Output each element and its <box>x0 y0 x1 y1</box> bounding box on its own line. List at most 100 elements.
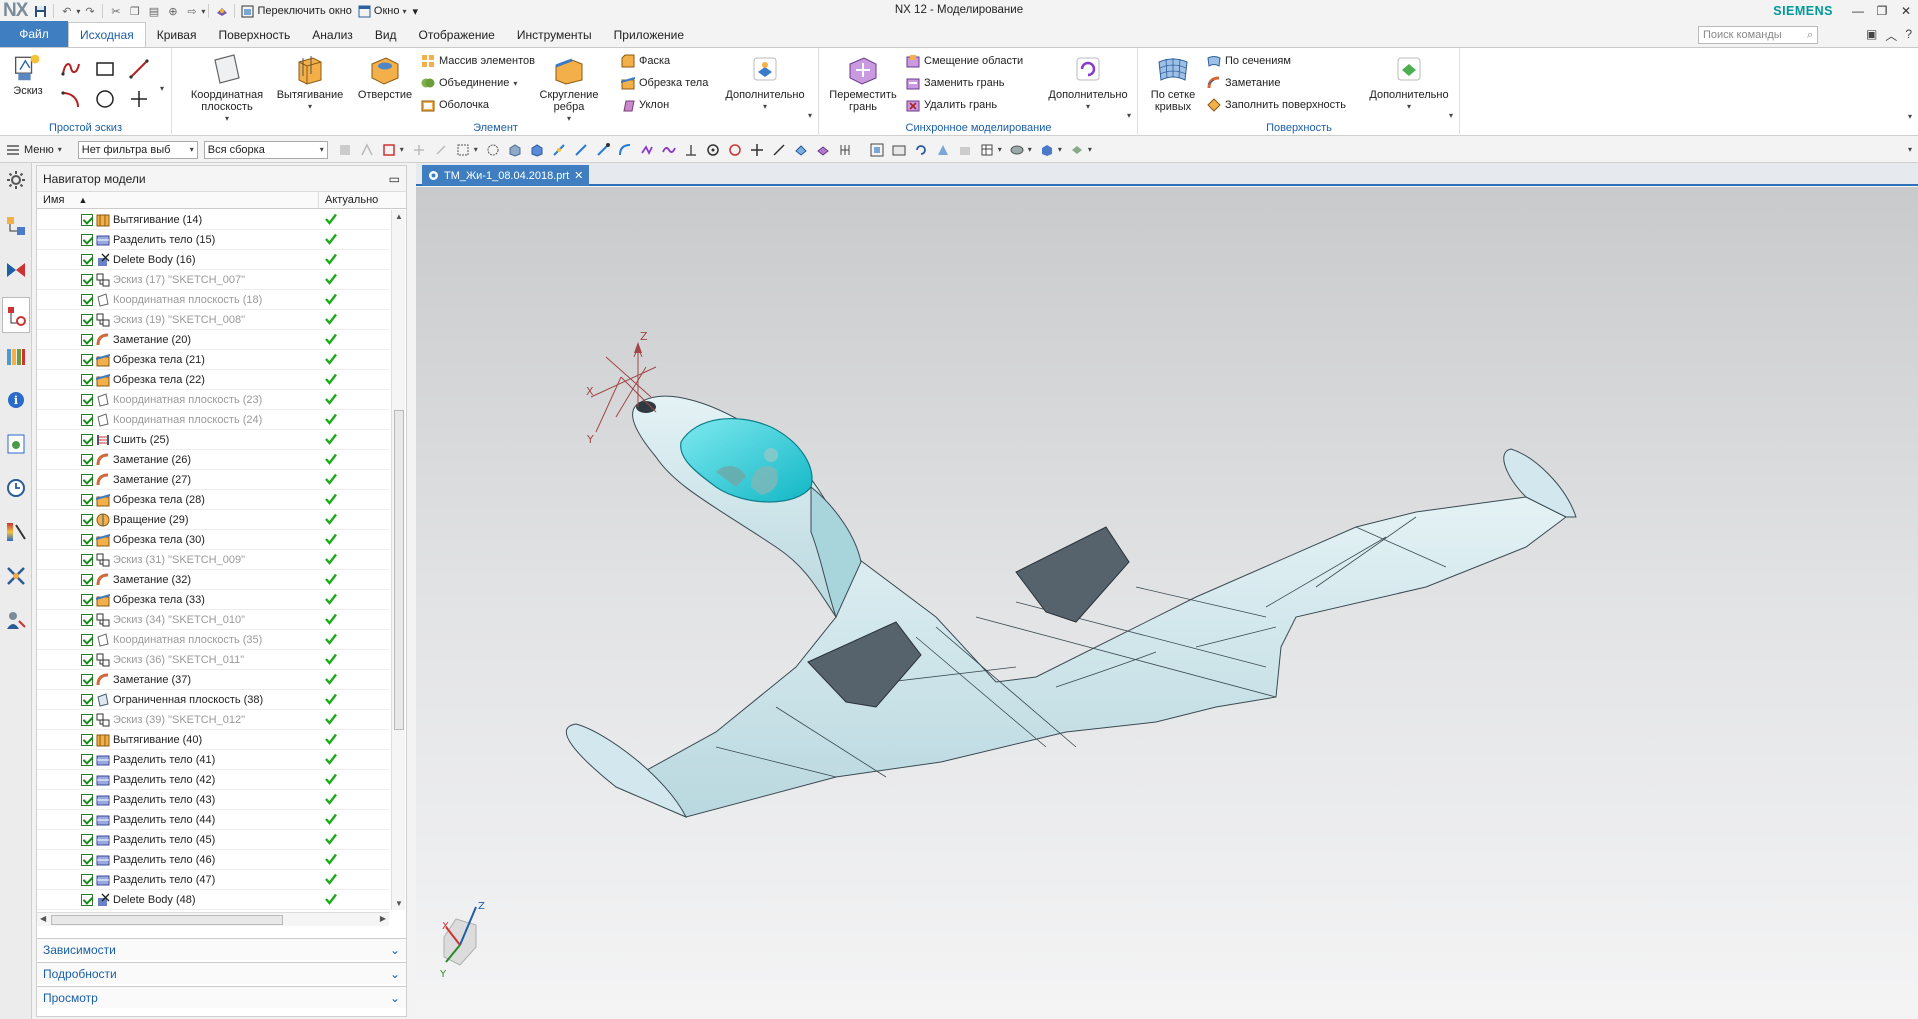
feature-group-toggle[interactable]: ▾ <box>808 111 812 120</box>
tab-surface[interactable]: Поверхность <box>207 23 301 47</box>
visibility-checkbox[interactable] <box>81 454 93 466</box>
offset-region-button[interactable]: Смещение области <box>906 54 1023 68</box>
point-icon[interactable] <box>128 88 150 110</box>
feature-row[interactable]: Эскиз (34) "SKETCH_010" <box>37 610 389 630</box>
process-studio-icon[interactable] <box>5 565 27 587</box>
delete-face-button[interactable]: Удалить грань <box>906 98 997 112</box>
visibility-checkbox[interactable] <box>81 314 93 326</box>
arc-icon[interactable] <box>60 88 82 110</box>
touch-mode-icon[interactable] <box>213 3 230 20</box>
graphics-window[interactable]: Z X Y Z X Y <box>416 187 1918 1015</box>
web-browser-icon[interactable] <box>5 433 27 455</box>
rectangle-icon[interactable] <box>94 58 116 80</box>
sheet-body-icon[interactable] <box>528 141 546 159</box>
feature-row[interactable]: Заметание (32) <box>37 570 389 590</box>
tab-file[interactable]: Файл <box>0 21 68 47</box>
vertical-scroll-thumb[interactable] <box>394 410 404 730</box>
feature-row[interactable]: Координатная плоскость (24) <box>37 410 389 430</box>
feature-row[interactable]: Сшить (25) <box>37 430 389 450</box>
sketch-button[interactable]: Эскиз <box>8 52 48 97</box>
rotate-icon[interactable] <box>912 141 930 159</box>
column-current-header[interactable]: Актуально <box>319 192 378 208</box>
visibility-checkbox[interactable] <box>81 874 93 886</box>
feature-row[interactable]: Разделить тело (43) <box>37 790 389 810</box>
visibility-checkbox[interactable] <box>81 854 93 866</box>
visibility-checkbox[interactable] <box>81 894 93 906</box>
visibility-checkbox[interactable] <box>81 734 93 746</box>
feature-row[interactable]: Разделить тело (46) <box>37 850 389 870</box>
command-search-input[interactable]: Поиск команды ⌕ <box>1698 26 1818 44</box>
visibility-checkbox[interactable] <box>81 794 93 806</box>
visibility-checkbox[interactable] <box>81 354 93 366</box>
close-icon[interactable]: ✕ <box>1894 0 1918 22</box>
visibility-checkbox[interactable] <box>81 474 93 486</box>
preview-panel[interactable]: Просмотр ⌄ <box>37 986 406 1008</box>
through-curves-button[interactable]: По сечениям <box>1207 54 1291 68</box>
rectangle-selection-icon[interactable] <box>454 141 472 159</box>
minimize-ribbon-icon[interactable]: ︿ <box>1885 27 1897 44</box>
save-icon[interactable] <box>32 3 49 20</box>
fill-surface-button[interactable]: Заполнить поверхность <box>1207 98 1346 112</box>
feature-row[interactable]: Эскиз (17) "SKETCH_007" <box>37 270 389 290</box>
feature-row[interactable]: Разделить тело (45) <box>37 830 389 850</box>
lasso-selection-icon[interactable] <box>484 141 502 159</box>
tab-curve[interactable]: Кривая <box>146 23 208 47</box>
navigator-horizontal-scrollbar[interactable]: ◀ ▶ <box>37 912 389 926</box>
feature-row[interactable]: Обрезка тела (22) <box>37 370 389 390</box>
extrude-button[interactable]: Вытягивание ▾ <box>273 52 347 113</box>
repeat-command-icon[interactable]: ⇨ <box>183 3 200 20</box>
shell-button[interactable]: Оболочка <box>421 98 489 112</box>
feature-row[interactable]: Заметание (27) <box>37 470 389 490</box>
close-tab-icon[interactable]: ✕ <box>574 169 583 182</box>
constraint-navigator-icon[interactable] <box>5 259 27 281</box>
feature-row[interactable]: Delete Body (16) <box>37 250 389 270</box>
trim-body-button[interactable]: Обрезка тела <box>621 76 708 90</box>
visibility-checkbox[interactable] <box>81 434 93 446</box>
sketch-gallery-toggle[interactable]: ▾ <box>160 84 164 93</box>
select-faces-icon[interactable] <box>432 141 450 159</box>
tab-render[interactable]: Отображение <box>408 23 506 47</box>
visibility-checkbox[interactable] <box>81 614 93 626</box>
feature-row[interactable]: Разделить тело (47) <box>37 870 389 890</box>
snap-existing-point-icon[interactable] <box>748 141 766 159</box>
reuse-library-icon[interactable] <box>5 345 27 367</box>
snap-curve-icon[interactable] <box>616 141 634 159</box>
undo-icon[interactable]: ↶ <box>58 3 75 20</box>
hole-button[interactable]: Отверстие <box>353 52 417 101</box>
dependencies-panel[interactable]: Зависимости ⌄ <box>37 938 406 960</box>
visibility-checkbox[interactable] <box>81 654 93 666</box>
feature-row[interactable]: Эскиз (19) "SKETCH_008" <box>37 310 389 330</box>
snap-control-point-icon[interactable] <box>594 141 612 159</box>
feature-row[interactable]: Координатная плоскость (18) <box>37 290 389 310</box>
visibility-checkbox[interactable] <box>81 394 93 406</box>
visibility-checkbox[interactable] <box>81 554 93 566</box>
visibility-checkbox[interactable] <box>81 514 93 526</box>
maximize-panel-icon[interactable]: ▭ <box>389 172 400 186</box>
snap-end-point-icon[interactable] <box>550 141 568 159</box>
visibility-checkbox[interactable] <box>81 414 93 426</box>
snap-point-on-curve-icon[interactable] <box>770 141 788 159</box>
column-name-header[interactable]: Имя ▲ <box>37 192 319 208</box>
edit-section-icon[interactable] <box>1038 141 1056 159</box>
surface-group-toggle[interactable]: ▾ <box>1449 111 1453 120</box>
roles-icon[interactable] <box>5 609 27 631</box>
tab-analysis[interactable]: Анализ <box>301 23 364 47</box>
ribbon-options-toggle[interactable]: ▾ <box>1908 112 1912 121</box>
restore-icon[interactable]: ❐ <box>1870 0 1894 22</box>
paste-icon[interactable]: ▤ <box>145 3 162 20</box>
switch-window-button[interactable]: Переключить окно <box>238 5 354 18</box>
visibility-checkbox[interactable] <box>81 674 93 686</box>
feature-row[interactable]: Разделить тело (41) <box>37 750 389 770</box>
visibility-checkbox[interactable] <box>81 274 93 286</box>
snap-intersection-icon[interactable] <box>638 141 656 159</box>
snap-perpendicular-icon[interactable] <box>682 141 700 159</box>
pan-icon[interactable] <box>934 141 952 159</box>
move-face-button[interactable]: Переместить грань <box>828 52 898 113</box>
select-objects-icon[interactable] <box>410 141 428 159</box>
surface-more-button[interactable]: Дополнительно ▾ <box>1365 52 1453 113</box>
settings-gear-icon[interactable] <box>5 169 27 191</box>
fit-view-icon[interactable] <box>868 141 886 159</box>
feature-row[interactable]: Координатная плоскость (23) <box>37 390 389 410</box>
visibility-checkbox[interactable] <box>81 774 93 786</box>
assembly-navigator-icon[interactable] <box>5 215 27 237</box>
